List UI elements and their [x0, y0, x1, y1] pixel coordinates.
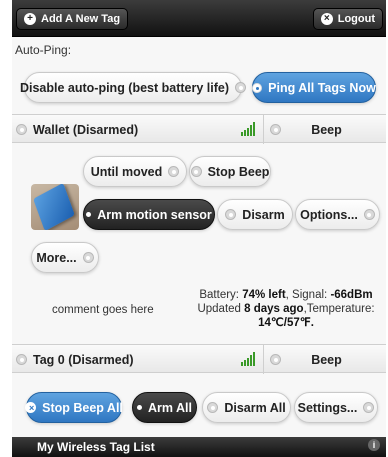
signal-strength-icon — [241, 122, 255, 136]
radio-icon — [363, 209, 375, 220]
footer-bar: My Wireless Tag List i — [12, 437, 386, 457]
disarm-button[interactable]: Disarm — [217, 199, 293, 230]
tag-row-wallet[interactable]: Wallet (Disarmed) Beep — [12, 114, 386, 144]
logout-label: Logout — [337, 13, 375, 25]
disable-autoping-button[interactable]: Disable auto-ping (best battery life) — [20, 72, 247, 103]
radio-icon — [190, 166, 202, 177]
close-icon: × — [320, 13, 333, 25]
collapse-icon — [16, 124, 27, 135]
autoping-label: Auto-Ping: — [15, 43, 72, 57]
tag-name-label: Tag 0 (Disarmed) — [33, 352, 134, 367]
radio-icon — [225, 209, 237, 220]
beep-label: Beep — [311, 352, 342, 367]
beep-label: Beep — [311, 122, 342, 137]
dot-icon — [86, 212, 92, 217]
updated-prefix: Updated — [197, 303, 241, 315]
tag-name: Tag 0 (Disarmed) — [16, 345, 134, 374]
radio-icon — [235, 82, 247, 93]
footer-title: My Wireless Tag List — [37, 440, 155, 454]
radio-icon — [270, 354, 281, 365]
tag-row-tag0[interactable]: Tag 0 (Disarmed) Beep — [12, 344, 386, 374]
logout-button[interactable]: × Logout — [312, 8, 383, 30]
settings-button[interactable]: Settings... — [294, 392, 378, 423]
stop-beep-all-label: Stop Beep All — [42, 400, 123, 415]
disarm-all-button[interactable]: Disarm All — [202, 392, 291, 423]
info-icon[interactable]: i — [368, 439, 380, 451]
dot-icon — [137, 405, 142, 410]
tag-thumbnail[interactable] — [31, 184, 79, 230]
battery-prefix: Battery: — [199, 289, 239, 301]
until-moved-label: Until moved — [90, 164, 163, 179]
close-icon: × — [25, 402, 37, 413]
tag-name-label: Wallet (Disarmed) — [33, 122, 139, 137]
tag-comment: comment goes here — [52, 304, 154, 316]
more-label: More... — [36, 250, 77, 265]
tag-status-info: Battery: 74% left, Signal: -66dBm Update… — [188, 288, 384, 330]
beep-button[interactable]: Beep — [264, 345, 386, 374]
radio-icon — [252, 82, 263, 93]
disarm-all-label: Disarm All — [224, 400, 286, 415]
disable-autoping-label: Disable auto-ping (best battery life) — [19, 80, 230, 95]
ping-all-button[interactable]: Ping All Tags Now — [252, 72, 376, 103]
arm-all-label: Arm All — [148, 400, 192, 415]
options-button[interactable]: Options... — [295, 199, 380, 230]
radio-icon — [207, 402, 219, 413]
arm-motion-label: Arm motion sensor — [97, 207, 212, 222]
signal-value: -66dBm — [330, 289, 373, 301]
signal-strength-icon — [241, 352, 255, 366]
temperature-prefix: ,Temperature: — [303, 303, 375, 315]
stop-beep-all-button[interactable]: × Stop Beep All — [25, 392, 123, 423]
more-button[interactable]: More... — [31, 242, 99, 273]
battery-value: 74% left — [242, 289, 286, 301]
signal-prefix: , Signal: — [285, 289, 328, 301]
updated-value: 8 days ago — [244, 303, 304, 315]
settings-label: Settings... — [297, 400, 358, 415]
top-bar: + Add A New Tag × Logout — [12, 0, 386, 37]
tag-name: Wallet (Disarmed) — [16, 115, 138, 144]
radio-icon — [168, 166, 180, 177]
options-label: Options... — [300, 207, 358, 222]
add-tag-button[interactable]: + Add A New Tag — [16, 8, 129, 30]
arm-all-button[interactable]: Arm All — [132, 392, 197, 423]
collapse-icon — [16, 354, 27, 365]
temperature-value: 14℃/57℉. — [258, 317, 314, 329]
radio-icon — [363, 402, 375, 413]
arm-motion-button[interactable]: Arm motion sensor — [83, 199, 215, 230]
until-moved-button[interactable]: Until moved — [83, 156, 187, 187]
add-tag-label: Add A New Tag — [41, 13, 121, 25]
radio-icon — [270, 124, 281, 135]
radio-icon — [82, 252, 94, 263]
ping-all-label: Ping All Tags Now — [268, 80, 376, 95]
tag-device-image — [33, 184, 75, 230]
stop-beep-button[interactable]: Stop Beep — [189, 156, 271, 187]
stop-beep-label: Stop Beep — [207, 164, 270, 179]
beep-button[interactable]: Beep — [264, 115, 386, 144]
app-frame: + Add A New Tag × Logout Auto-Ping: Disa… — [12, 0, 386, 457]
disarm-label: Disarm — [242, 207, 285, 222]
plus-icon: + — [24, 13, 36, 25]
